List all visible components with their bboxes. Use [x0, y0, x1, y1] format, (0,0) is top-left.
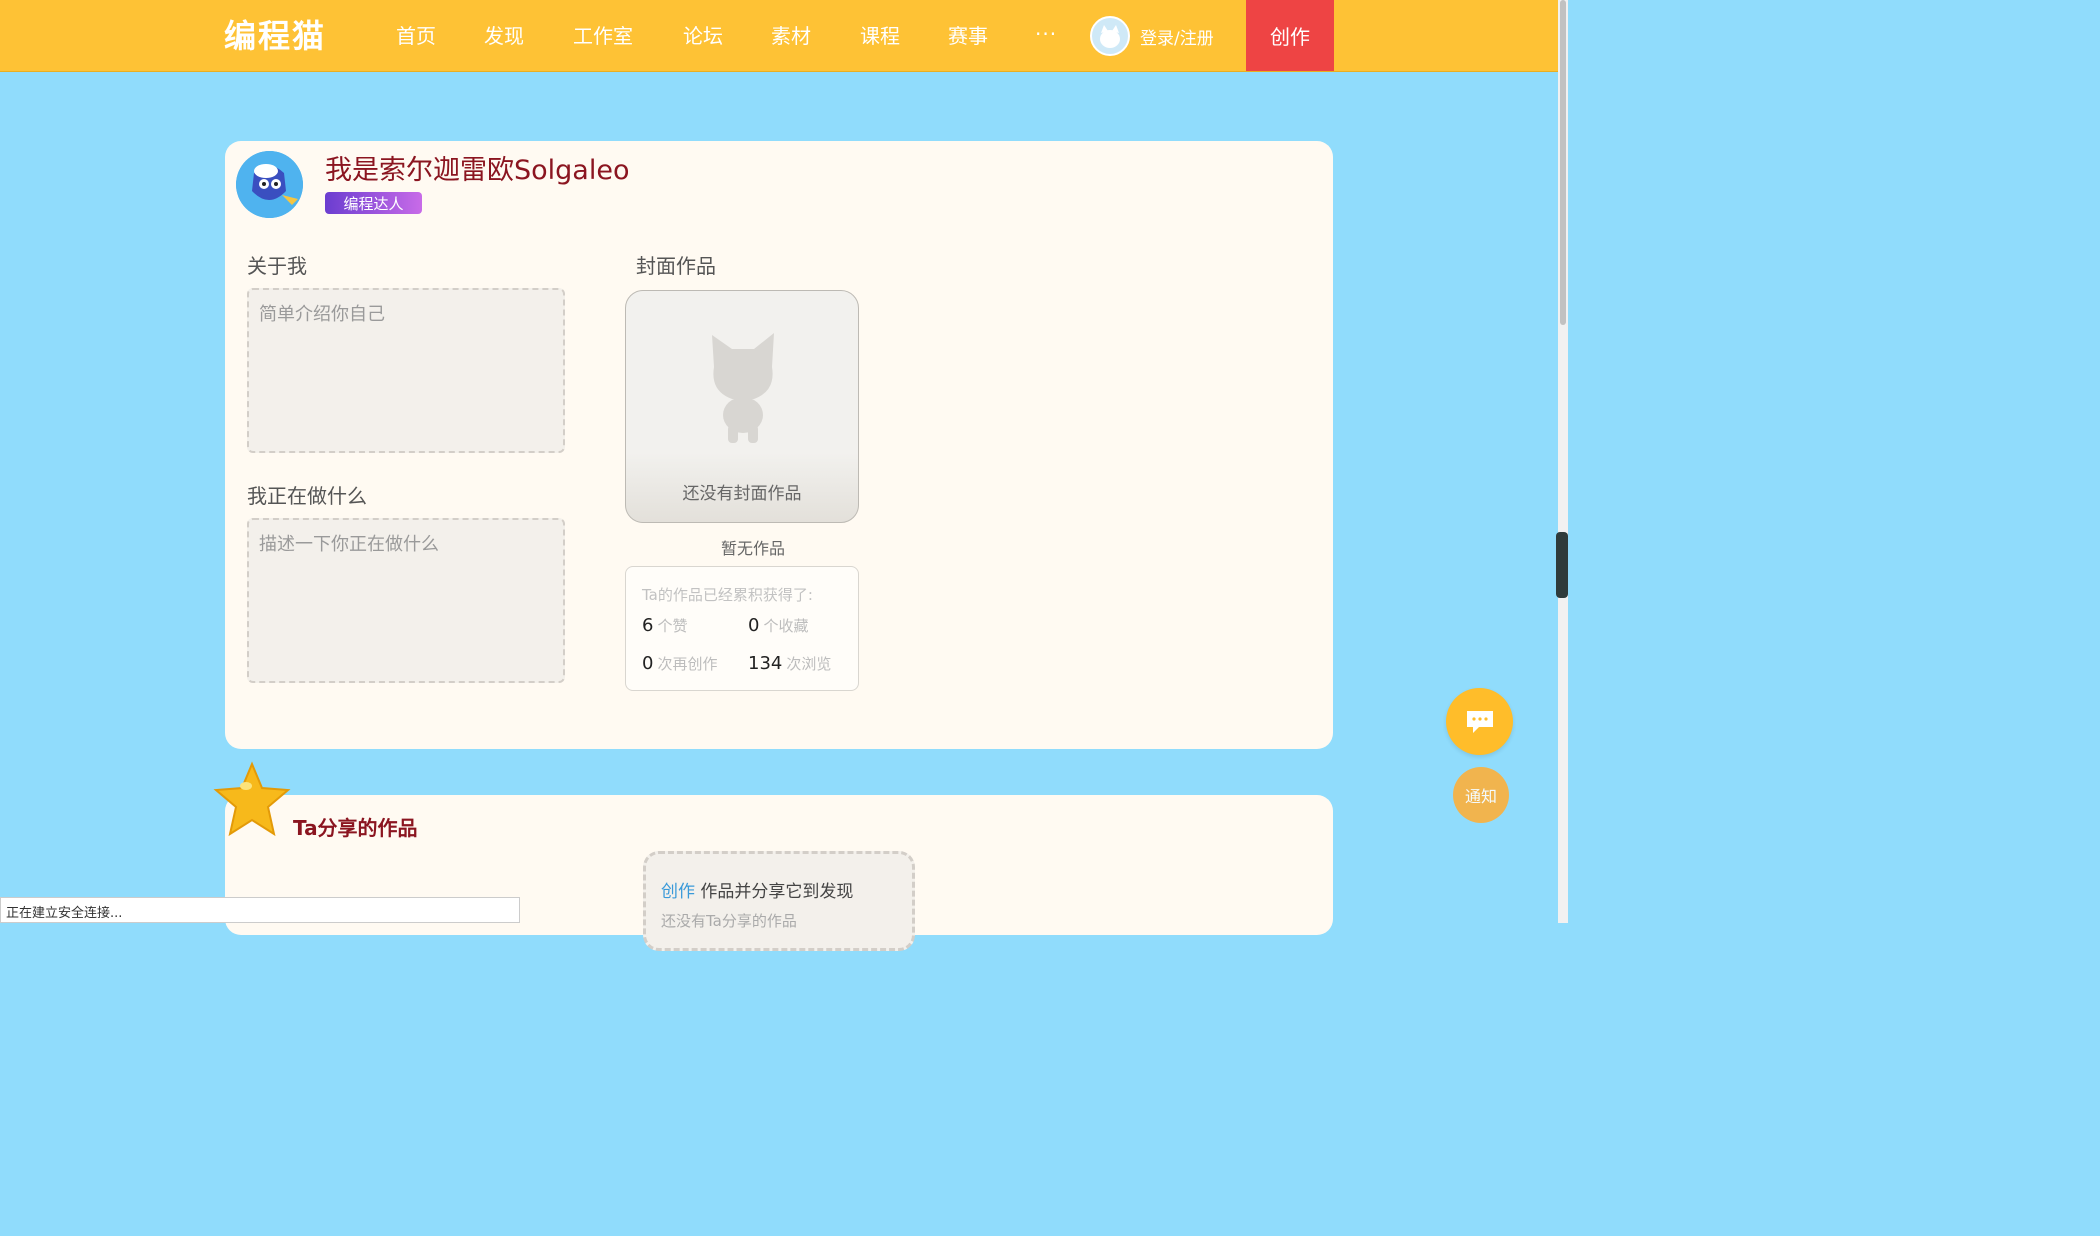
stat-remixes-value: 0 — [642, 653, 654, 674]
avatar — [236, 151, 303, 218]
stat-likes-value: 6 — [642, 615, 654, 636]
star-icon — [213, 761, 291, 837]
stat-likes: 6 个赞 — [642, 615, 687, 636]
no-work-text: 暂无作品 — [720, 539, 785, 558]
more-menu-button[interactable]: ··· — [1035, 22, 1057, 46]
nav-item-studio[interactable]: 工作室 — [573, 22, 633, 50]
stat-remixes: 0 次再创作 — [642, 653, 717, 674]
cat-placeholder-icon — [712, 333, 774, 443]
nav-item-discover[interactable]: 发现 — [484, 22, 524, 50]
scrollbar-thumb[interactable] — [1560, 0, 1566, 325]
login-button[interactable]: 登录/注册 — [1090, 15, 1214, 57]
side-panel-handle[interactable] — [1556, 532, 1568, 598]
about-label: 关于我 — [247, 254, 307, 278]
stat-views: 134 次浏览 — [748, 653, 831, 674]
nav-item-courses[interactable]: 课程 — [860, 22, 900, 50]
chat-icon — [1466, 710, 1493, 733]
nav-item-forum[interactable]: 论坛 — [683, 22, 723, 50]
nav-item-home[interactable]: 首页 — [396, 22, 436, 50]
create-button[interactable]: 创作 — [1246, 0, 1334, 71]
logo[interactable]: 编程猫 — [224, 14, 326, 58]
doing-textarea[interactable]: 描述一下你正在做什么 — [247, 518, 565, 683]
login-label: 登录/注册 — [1140, 28, 1214, 49]
default-avatar-icon — [1090, 16, 1130, 56]
cover-work-label: 封面作品 — [636, 254, 716, 278]
profile-username: 我是索尔迦雷欧Solgaleo — [325, 155, 630, 186]
stat-views-value: 134 — [748, 653, 783, 674]
level-badge: 编程达人 — [325, 192, 422, 214]
stat-favorites-unit: 个收藏 — [763, 617, 809, 635]
browser-status-bar: 正在建立安全连接... — [0, 897, 520, 923]
shared-create-hint: 创作 作品并分享它到发现 — [661, 877, 853, 902]
stat-favorites-value: 0 — [748, 615, 760, 636]
shared-create-link[interactable]: 创作 — [661, 882, 695, 902]
stat-favorites: 0 个收藏 — [748, 615, 808, 636]
stats-title: Ta的作品已经累积获得了: — [642, 586, 813, 604]
stat-views-unit: 次浏览 — [786, 655, 832, 673]
nav-item-contests[interactable]: 赛事 — [948, 22, 988, 50]
shared-works-title: Ta分享的作品 — [293, 816, 418, 840]
stat-likes-unit: 个赞 — [657, 617, 688, 635]
shared-empty-text: 还没有Ta分享的作品 — [661, 912, 797, 930]
shared-create-text: 作品并分享它到发现 — [695, 882, 854, 902]
notification-button[interactable]: 通知 — [1453, 767, 1509, 823]
nav-item-materials[interactable]: 素材 — [771, 22, 811, 50]
stats-panel: Ta的作品已经累积获得了: 6 个赞 0 个收藏 0 次再创作 134 次浏览 — [625, 566, 859, 691]
about-textarea[interactable]: 简单介绍你自己 — [247, 288, 565, 453]
chat-button[interactable] — [1446, 688, 1513, 755]
cover-empty-text: 还没有封面作品 — [682, 484, 802, 504]
doing-label: 我正在做什么 — [247, 484, 367, 508]
cover-work-box[interactable]: 还没有封面作品 — [625, 290, 859, 523]
stat-remixes-unit: 次再创作 — [657, 655, 718, 673]
